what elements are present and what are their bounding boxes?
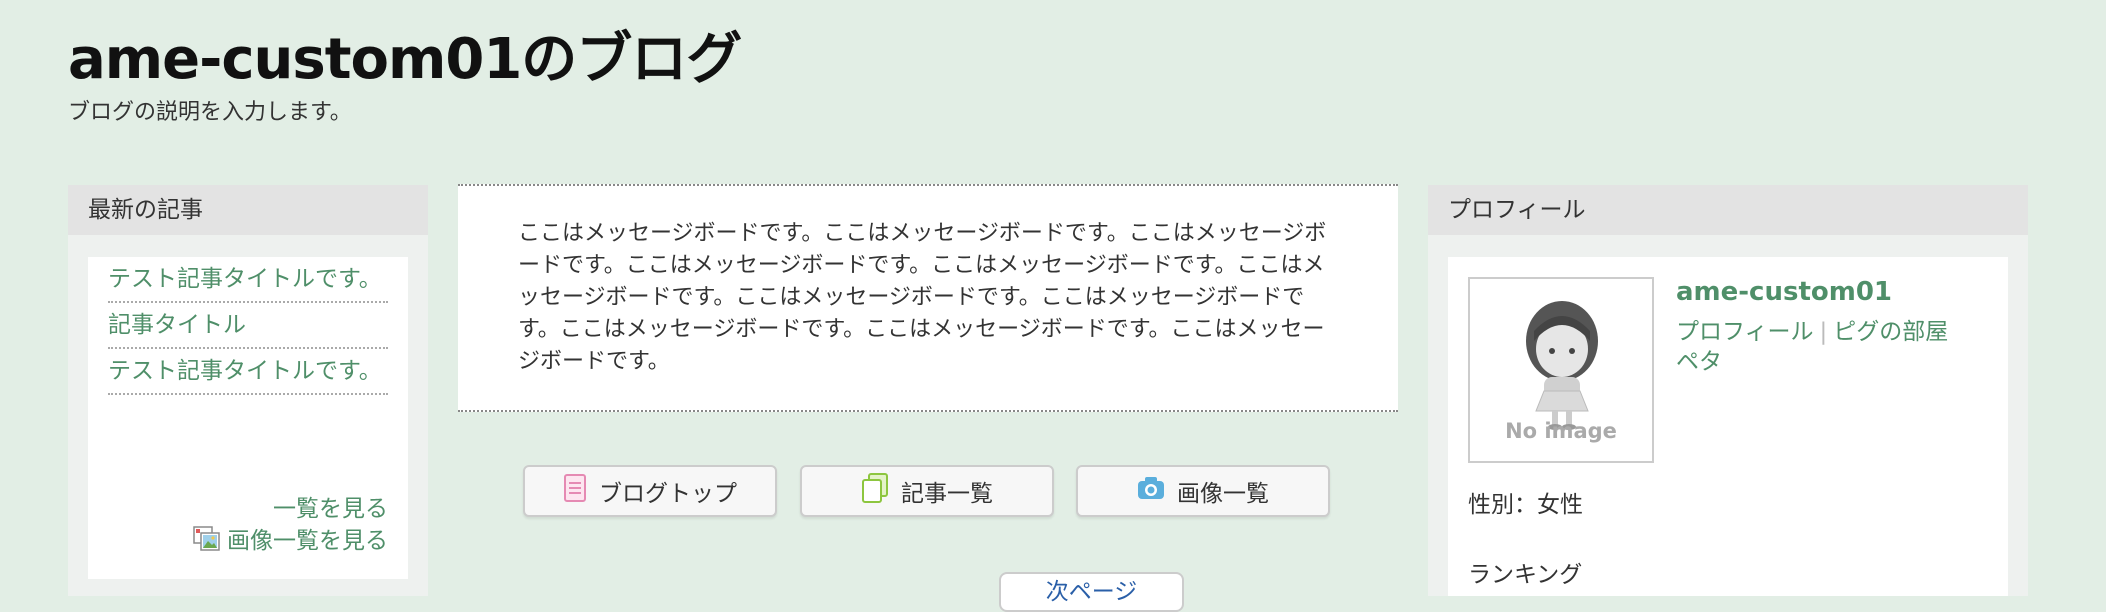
separator: |	[1819, 319, 1828, 345]
see-images-link[interactable]: 画像一覧を見る	[193, 525, 388, 557]
list-item: テスト記事タイトルです。	[108, 349, 388, 395]
document-icon	[563, 474, 587, 508]
peta-link[interactable]: ペタ	[1676, 349, 1722, 375]
avatar[interactable]: No image	[1468, 277, 1654, 463]
camera-icon	[1137, 476, 1165, 506]
recent-article-link-1[interactable]: テスト記事タイトルです。	[108, 266, 382, 292]
no-image-label: No image	[1505, 419, 1617, 443]
recent-more-links: 一覧を見る 画像一覧を見る	[193, 493, 388, 557]
profile-heading: プロフィール	[1428, 185, 2028, 235]
next-page-button[interactable]: 次ページ	[999, 572, 1184, 612]
list-item: テスト記事タイトルです。	[108, 257, 388, 303]
copy-icon	[861, 473, 889, 509]
list-item: 記事タイトル	[108, 303, 388, 349]
blog-description: ブログの説明を入力します。	[68, 100, 352, 125]
article-list-label: 記事一覧	[901, 481, 993, 507]
image-list-label: 画像一覧	[1177, 481, 1269, 507]
message-board: ここはメッセージボードです。ここはメッセージボードです。ここはメッセージボードで…	[458, 184, 1398, 412]
images-icon	[193, 526, 221, 552]
profile-box: プロフィール No image ame-custom01 プロフィール | ピグの部…	[1428, 185, 2028, 596]
blog-top-button[interactable]: ブログトップ	[523, 465, 777, 517]
profile-panel: No image ame-custom01 プロフィール | ピグの部屋 ペタ 性別…	[1448, 257, 2008, 596]
recent-articles-box: 最新の記事 テスト記事タイトルです。 記事タイトル テスト記事タイトルです。 一…	[68, 185, 428, 596]
profile-links: プロフィール | ピグの部屋 ペタ	[1676, 317, 1976, 377]
profile-link[interactable]: プロフィール	[1676, 319, 1814, 345]
blog-title[interactable]: ame-custom01のブログ	[68, 14, 742, 95]
profile-name[interactable]: ame-custom01	[1676, 277, 1892, 307]
see-images-label: 画像一覧を見る	[227, 528, 388, 554]
recent-articles-list: テスト記事タイトルです。 記事タイトル テスト記事タイトルです。	[88, 257, 408, 395]
blog-top-label: ブログトップ	[599, 481, 737, 507]
article-list-button[interactable]: 記事一覧	[800, 465, 1054, 517]
message-board-text: ここはメッセージボードです。ここはメッセージボードです。ここはメッセージボードで…	[518, 221, 1327, 374]
gender-text: 性別：女性	[1468, 492, 1583, 518]
pigg-room-link[interactable]: ピグの部屋	[1833, 319, 1948, 345]
ranking-heading: ランキング	[1468, 562, 1583, 588]
recent-article-link-3[interactable]: テスト記事タイトルです。	[108, 358, 382, 384]
see-list-link[interactable]: 一覧を見る	[193, 493, 388, 525]
recent-articles-panel: テスト記事タイトルです。 記事タイトル テスト記事タイトルです。 一覧を見る 画…	[88, 257, 408, 579]
image-list-button[interactable]: 画像一覧	[1076, 465, 1330, 517]
recent-article-link-2[interactable]: 記事タイトル	[108, 312, 246, 338]
recent-articles-heading: 最新の記事	[68, 185, 428, 235]
